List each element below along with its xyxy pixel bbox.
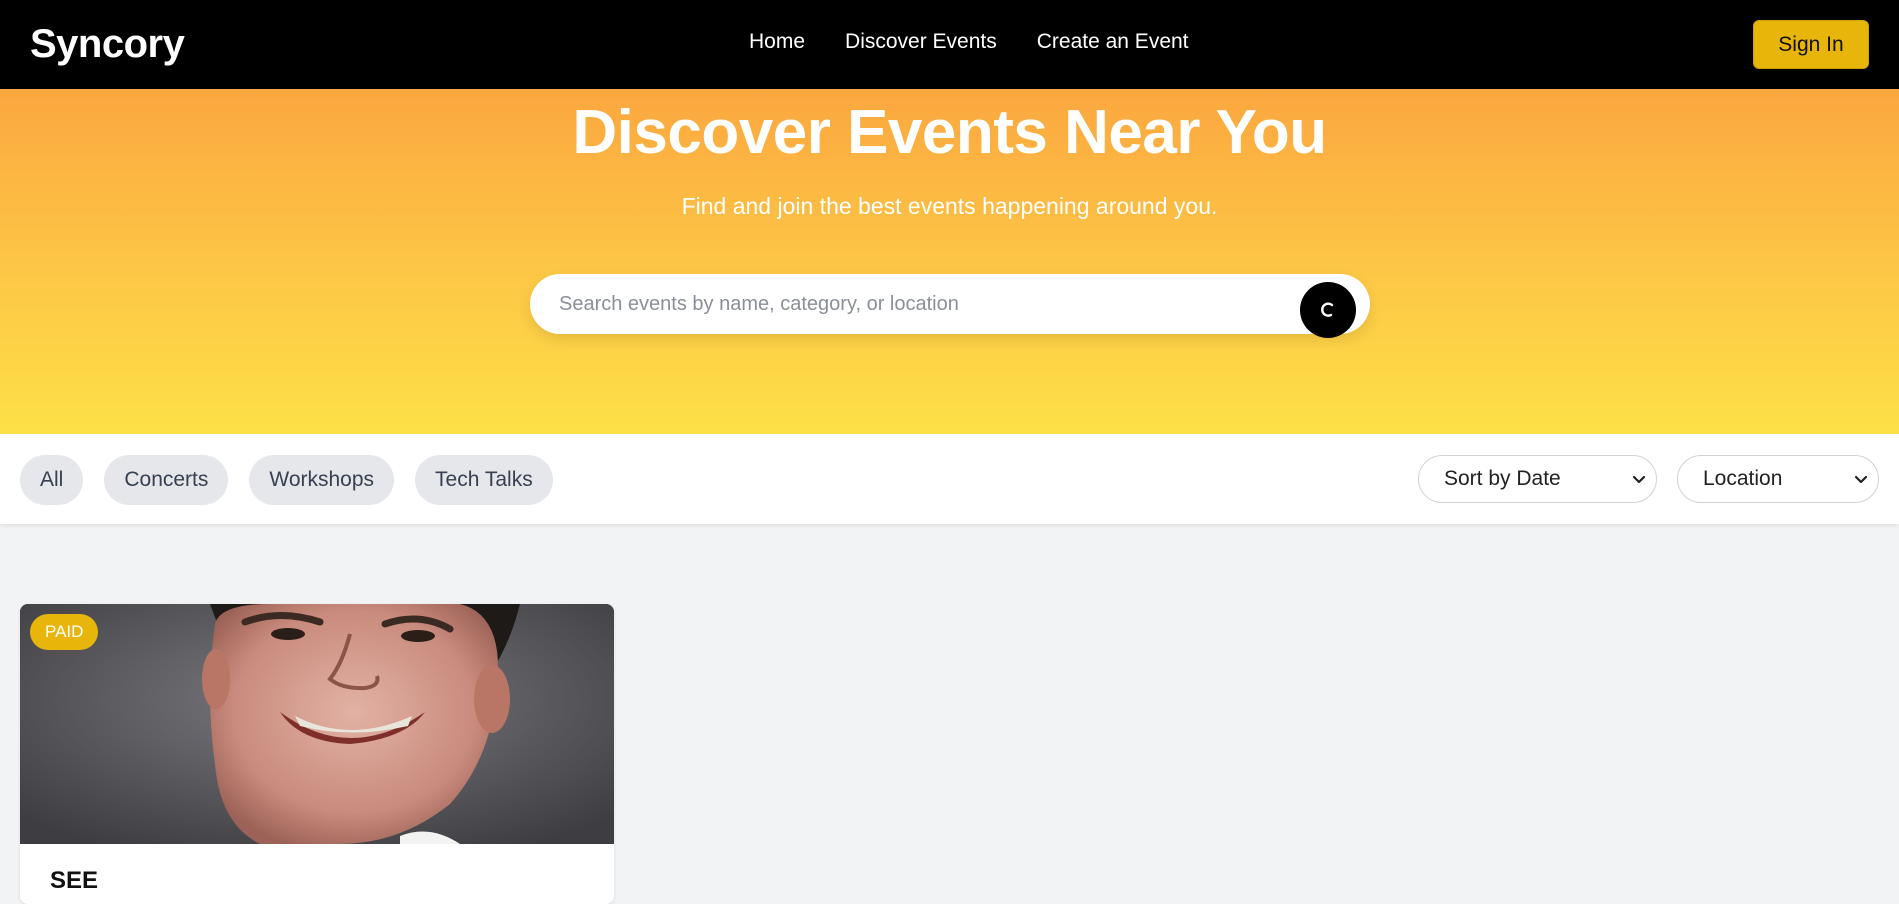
search-bar [530,274,1370,338]
top-navbar: Syncory Home Discover Events Create an E… [0,0,1899,89]
sort-select[interactable]: Sort by Date [1418,455,1657,503]
hero-banner: Discover Events Near You Find and join t… [0,89,1899,434]
nav-create-event-link[interactable]: Create an Event [1037,30,1189,54]
nav-home-link[interactable]: Home [749,30,805,54]
main-nav: Home Discover Events Create an Event [749,30,1189,54]
brand-logo[interactable]: Syncory [30,22,185,67]
filter-chip-all[interactable]: All [20,455,84,505]
filter-bar: All Concerts Workshops Tech Talks Sort b… [0,434,1899,524]
filter-chip-tech-talks[interactable]: Tech Talks [415,455,553,505]
category-chips: All Concerts Workshops Tech Talks [20,455,553,505]
sign-in-button[interactable]: Sign In [1753,20,1869,69]
filter-chip-concerts[interactable]: Concerts [104,455,229,505]
hero-title: Discover Events Near You [572,98,1327,167]
filter-chip-workshops[interactable]: Workshops [249,455,395,505]
location-select[interactable]: Location [1677,455,1879,503]
chevron-down-icon [1854,475,1868,484]
event-card[interactable]: PAID SEE [20,604,614,904]
nav-discover-events-link[interactable]: Discover Events [845,30,997,54]
search-button[interactable] [1300,282,1356,338]
portrait-photo [20,604,614,844]
search-input[interactable] [530,274,1290,334]
loading-spinner-icon [1321,302,1334,317]
sort-select-value: Sort by Date [1444,467,1561,490]
event-image: PAID [20,604,614,844]
chevron-down-icon [1632,475,1646,484]
location-select-value: Location [1703,467,1783,490]
event-title: SEE [50,867,99,894]
paid-badge: PAID [30,614,99,650]
hero-subtitle: Find and join the best events happening … [681,193,1218,219]
